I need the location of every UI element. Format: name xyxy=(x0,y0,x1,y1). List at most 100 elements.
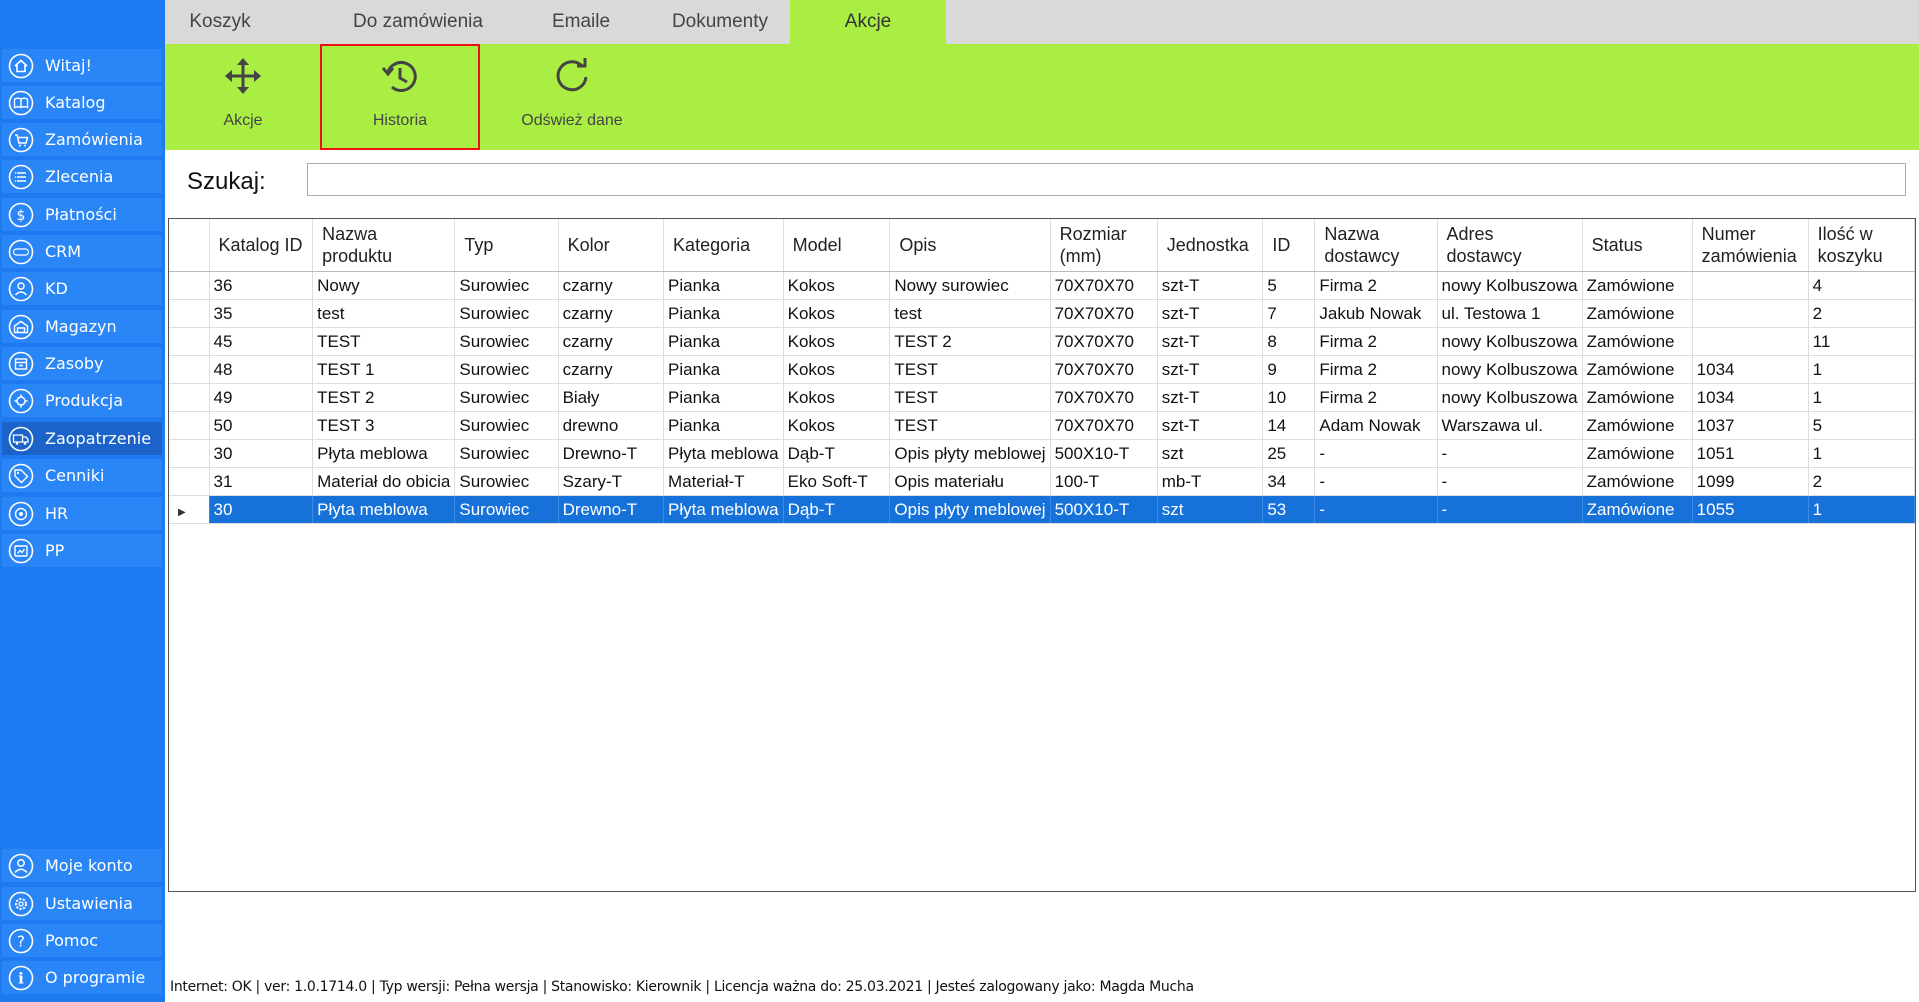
table-cell[interactable]: 11 xyxy=(1808,327,1915,356)
table-cell[interactable]: szt-T xyxy=(1157,411,1264,440)
column-header[interactable]: Katalog ID xyxy=(209,219,314,272)
row-header[interactable]: ▶ xyxy=(169,495,210,524)
column-header[interactable]: Rozmiar (mm) xyxy=(1050,219,1158,272)
sidebar-item-pp[interactable]: PP xyxy=(2,534,162,567)
table-cell[interactable]: Szary-T xyxy=(558,467,665,496)
column-header[interactable]: Status xyxy=(1582,219,1693,272)
column-header[interactable]: ID xyxy=(1262,219,1316,272)
table-cell[interactable]: Nowy xyxy=(312,271,456,300)
orders-grid[interactable]: Katalog ID Nazwa produktu Typ Kolor Kate… xyxy=(168,218,1916,892)
table-cell[interactable]: 1055 xyxy=(1692,495,1809,524)
sidebar-item-kd[interactable]: KD xyxy=(2,272,162,305)
table-cell[interactable]: Płyta meblowa xyxy=(663,495,784,524)
table-cell[interactable]: 70X70X70 xyxy=(1050,271,1158,300)
table-cell[interactable]: Pianka xyxy=(663,299,784,328)
table-cell[interactable]: 45 xyxy=(209,327,314,356)
tab-akcje[interactable]: Akcje xyxy=(790,0,946,44)
table-cell[interactable]: Pianka xyxy=(663,383,784,412)
table-cell[interactable]: 4 xyxy=(1808,271,1915,300)
table-cell[interactable]: test xyxy=(889,299,1051,328)
sidebar-item-crm[interactable]: CRM xyxy=(2,235,162,268)
table-cell[interactable]: 1034 xyxy=(1692,383,1809,412)
table-cell[interactable]: Kokos xyxy=(783,327,891,356)
table-cell[interactable] xyxy=(1692,299,1809,328)
table-cell[interactable]: 70X70X70 xyxy=(1050,411,1158,440)
table-cell[interactable]: drewno xyxy=(558,411,665,440)
sidebar-item-magazyn[interactable]: Magazyn xyxy=(2,310,162,343)
sidebar-item-zamowienia[interactable]: Zamówienia xyxy=(2,123,162,156)
table-cell[interactable]: Pianka xyxy=(663,355,784,384)
column-header[interactable]: Kolor xyxy=(558,219,665,272)
table-cell[interactable]: 9 xyxy=(1262,355,1316,384)
table-cell[interactable]: 500X10-T xyxy=(1050,439,1158,468)
table-cell[interactable]: Pianka xyxy=(663,411,784,440)
sidebar-item-zlecenia[interactable]: Zlecenia xyxy=(2,160,162,193)
table-cell[interactable]: Firma 2 xyxy=(1314,383,1438,412)
table-cell[interactable]: 1 xyxy=(1808,495,1915,524)
table-cell[interactable]: ul. Testowa 1 xyxy=(1437,299,1583,328)
table-cell[interactable]: Drewno-T xyxy=(558,439,665,468)
column-header[interactable]: Jednostka xyxy=(1157,219,1264,272)
table-cell[interactable]: 49 xyxy=(209,383,314,412)
row-header[interactable] xyxy=(169,299,210,328)
table-cell[interactable]: 70X70X70 xyxy=(1050,327,1158,356)
table-cell[interactable]: - xyxy=(1314,495,1438,524)
table-cell[interactable]: Firma 2 xyxy=(1314,355,1438,384)
table-cell[interactable]: Kokos xyxy=(783,411,891,440)
table-cell[interactable]: TEST 1 xyxy=(312,355,456,384)
sidebar-item-cenniki[interactable]: Cenniki xyxy=(2,459,162,492)
table-cell[interactable]: 70X70X70 xyxy=(1050,355,1158,384)
table-cell[interactable]: 8 xyxy=(1262,327,1316,356)
table-cell[interactable]: Zamówione xyxy=(1582,439,1693,468)
table-cell[interactable]: nowy Kolbuszowa xyxy=(1437,383,1583,412)
table-cell[interactable]: Pianka xyxy=(663,327,784,356)
table-cell[interactable] xyxy=(1692,327,1809,356)
table-cell[interactable]: 1034 xyxy=(1692,355,1809,384)
search-input[interactable] xyxy=(307,163,1906,196)
table-cell[interactable]: - xyxy=(1437,495,1583,524)
table-cell[interactable]: Dąb-T xyxy=(783,495,891,524)
table-cell[interactable]: 1051 xyxy=(1692,439,1809,468)
sidebar-item-produkcja[interactable]: Produkcja xyxy=(2,384,162,417)
table-cell[interactable]: Kokos xyxy=(783,299,891,328)
table-cell[interactable]: 2 xyxy=(1808,299,1915,328)
table-cell[interactable]: Firma 2 xyxy=(1314,327,1438,356)
table-cell[interactable]: mb-T xyxy=(1157,467,1264,496)
table-cell[interactable]: czarny xyxy=(558,327,665,356)
table-cell[interactable]: nowy Kolbuszowa xyxy=(1437,271,1583,300)
table-cell[interactable]: 2 xyxy=(1808,467,1915,496)
table-cell[interactable]: 1 xyxy=(1808,355,1915,384)
table-cell[interactable]: 48 xyxy=(209,355,314,384)
table-cell[interactable]: - xyxy=(1437,439,1583,468)
table-cell[interactable]: Pianka xyxy=(663,271,784,300)
table-cell[interactable]: Zamówione xyxy=(1582,495,1693,524)
table-cell[interactable]: Dąb-T xyxy=(783,439,891,468)
table-cell[interactable]: 53 xyxy=(1262,495,1316,524)
table-cell[interactable]: Zamówione xyxy=(1582,271,1693,300)
row-header[interactable] xyxy=(169,271,210,300)
table-row[interactable]: 31 Materiał do obicia Surowiec Szary-T Mater… xyxy=(169,467,1915,496)
table-cell[interactable]: 1 xyxy=(1808,439,1915,468)
table-cell[interactable]: 14 xyxy=(1262,411,1316,440)
table-cell[interactable]: Biały xyxy=(558,383,665,412)
table-cell[interactable]: Drewno-T xyxy=(558,495,665,524)
table-cell[interactable]: 7 xyxy=(1262,299,1316,328)
table-cell[interactable]: Materiał-T xyxy=(663,467,784,496)
table-cell[interactable]: Surowiec xyxy=(454,495,559,524)
table-row[interactable]: ▶ 30 Płyta meblowa Surowiec Drewno-T Płyta me… xyxy=(169,495,1915,524)
sidebar-item-platnosci[interactable]: $ Płatności xyxy=(2,198,162,231)
tab-emaile[interactable]: Emaile xyxy=(511,0,651,44)
table-cell[interactable]: szt xyxy=(1157,439,1264,468)
table-cell[interactable]: czarny xyxy=(558,299,665,328)
table-cell[interactable]: 1099 xyxy=(1692,467,1809,496)
table-cell[interactable]: nowy Kolbuszowa xyxy=(1437,327,1583,356)
table-cell[interactable]: czarny xyxy=(558,271,665,300)
table-cell[interactable]: test xyxy=(312,299,456,328)
table-cell[interactable]: 5 xyxy=(1808,411,1915,440)
row-header[interactable] xyxy=(169,327,210,356)
table-row[interactable]: 49 TEST 2 Surowiec Biały Pianka Kokos TEST 70X7… xyxy=(169,383,1915,412)
table-cell[interactable]: 70X70X70 xyxy=(1050,383,1158,412)
sidebar-item-witaj[interactable]: Witaj! xyxy=(2,49,162,82)
table-cell[interactable]: - xyxy=(1314,467,1438,496)
table-cell[interactable]: Opis materiału xyxy=(889,467,1051,496)
